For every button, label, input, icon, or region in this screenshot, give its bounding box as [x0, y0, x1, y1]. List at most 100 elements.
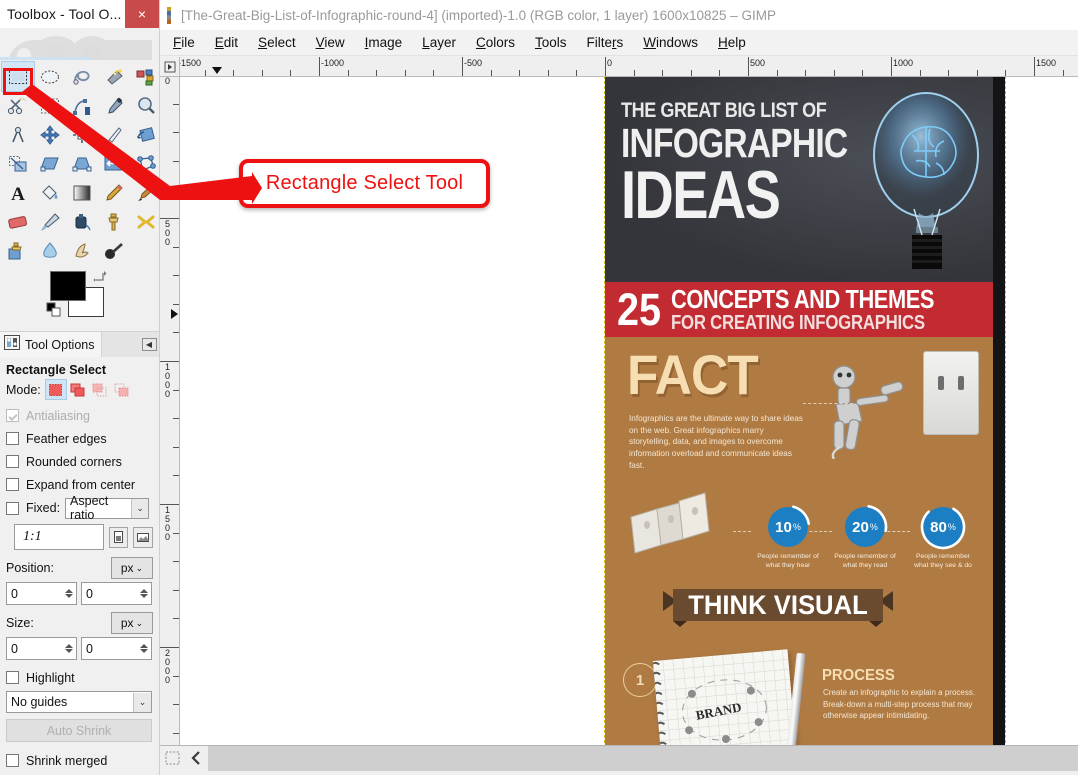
size-unit-select[interactable]: px ⌄ [111, 612, 153, 634]
ruler-corner-menu[interactable] [160, 57, 180, 77]
vertical-ruler[interactable]: 05001000150020002500 [160, 77, 180, 745]
size-height-stepper[interactable] [137, 639, 150, 658]
tool-airbrush[interactable] [34, 207, 66, 236]
ruler-label: 500 [750, 59, 765, 68]
menu-layer[interactable]: Layer [422, 35, 456, 50]
ruler-minor-tick [173, 247, 179, 248]
position-x-stepper[interactable] [62, 584, 75, 603]
fixed-checkbox[interactable] [6, 502, 19, 515]
ruler-minor-tick [290, 70, 291, 76]
tool-alignment[interactable] [66, 120, 98, 149]
tool-clone[interactable] [98, 207, 130, 236]
tool-paintbrush[interactable] [130, 178, 162, 207]
tool-flip[interactable] [98, 149, 130, 178]
tool-shear[interactable] [34, 149, 66, 178]
foreground-color-swatch[interactable] [50, 271, 86, 301]
checkbox-feather-edges[interactable]: Feather edges [6, 427, 153, 450]
size-width-input[interactable]: 0 [6, 637, 77, 660]
checkbox-shrink-merged[interactable]: Shrink merged [6, 749, 153, 772]
checkbox-rounded-corners[interactable]: Rounded corners [6, 450, 153, 473]
fixed-mode-select[interactable]: Aspect ratio ⌄ [65, 498, 149, 519]
mode-subtract-button[interactable] [90, 380, 110, 399]
landscape-orientation-button[interactable] [133, 527, 153, 548]
tool-smudge[interactable] [66, 236, 98, 265]
tool-text[interactable]: A [2, 178, 34, 207]
tool-dodge-burn[interactable] [98, 236, 130, 265]
menu-filters[interactable]: Filters [586, 35, 623, 50]
tool-zoom[interactable] [130, 91, 162, 120]
size-height-value: 0 [82, 642, 93, 656]
tool-blend-gradient[interactable] [66, 178, 98, 207]
horizontal-ruler[interactable]: -1500-1000-500050010001500 [180, 57, 1078, 77]
size-height-input[interactable]: 0 [81, 637, 152, 660]
tool-ellipse-select[interactable] [34, 62, 66, 91]
tool-scissors-select[interactable] [2, 91, 34, 120]
tool-bucket-fill[interactable] [34, 178, 66, 207]
tool-color-picker[interactable] [98, 91, 130, 120]
active-tool-icon[interactable] [165, 751, 180, 770]
tool-eraser[interactable] [2, 207, 34, 236]
tool-ink[interactable] [66, 207, 98, 236]
tool-pencil[interactable] [98, 178, 130, 207]
ruler-minor-tick [262, 70, 263, 76]
feather-edges-checkbox[interactable] [6, 432, 19, 445]
tool-perspective[interactable] [66, 149, 98, 178]
dock-menu-button[interactable]: ◀ [139, 332, 159, 357]
size-unit-value: px [121, 616, 134, 630]
menu-help[interactable]: Help [718, 35, 746, 50]
chevron-down-icon: ⌄ [131, 499, 148, 518]
tool-heal[interactable] [130, 207, 162, 236]
menu-colors[interactable]: Colors [476, 35, 515, 50]
tool-move[interactable] [34, 120, 66, 149]
antialiasing-checkbox[interactable] [6, 409, 19, 422]
ruler-minor-tick [805, 70, 806, 76]
guides-select[interactable]: No guides ⌄ [6, 691, 152, 713]
expand-from-center-checkbox[interactable] [6, 478, 19, 491]
image-canvas[interactable]: THE GREAT BIG LIST OF INFOGRAPHIC IDEAS [605, 77, 1005, 745]
mode-add-button[interactable] [68, 380, 88, 399]
mode-replace-button[interactable] [46, 380, 66, 399]
tool-foreground-select[interactable] [34, 91, 66, 120]
menu-select[interactable]: Select [258, 35, 296, 50]
aspect-ratio-input[interactable]: 1:1 [14, 524, 104, 550]
checkbox-highlight[interactable]: Highlight [6, 666, 153, 689]
tool-scale[interactable] [2, 149, 34, 178]
tool-fuzzy-select[interactable] [98, 62, 130, 91]
size-width-stepper[interactable] [62, 639, 75, 658]
mode-intersect-button[interactable] [112, 380, 132, 399]
menu-edit[interactable]: Edit [215, 35, 238, 50]
tool-select-by-color[interactable] [130, 62, 162, 91]
checkbox-antialiasing[interactable]: Antialiasing [6, 404, 153, 427]
tool-perspective-clone[interactable] [2, 236, 34, 265]
tool-cage-transform[interactable] [130, 149, 162, 178]
tool-blur-sharpen[interactable] [34, 236, 66, 265]
portrait-orientation-button[interactable] [109, 527, 129, 548]
checkbox-expand-from-center[interactable]: Expand from center [6, 473, 153, 496]
position-unit-select[interactable]: px ⌄ [111, 557, 153, 579]
auto-shrink-button[interactable]: Auto Shrink [6, 719, 152, 742]
position-y-input[interactable]: 0 [81, 582, 152, 605]
menu-tools[interactable]: Tools [535, 35, 567, 50]
highlight-checkbox[interactable] [6, 671, 19, 684]
shrink-merged-checkbox[interactable] [6, 754, 19, 767]
tool-measure[interactable] [2, 120, 34, 149]
ruler-minor-tick [376, 70, 377, 76]
rounded-corners-checkbox[interactable] [6, 455, 19, 468]
close-icon[interactable]: × [125, 0, 159, 28]
tool-free-select[interactable] [66, 62, 98, 91]
tool-rotate[interactable] [130, 120, 162, 149]
tab-tool-options[interactable]: Tool Options [0, 332, 102, 357]
menu-windows[interactable]: Windows [643, 35, 698, 50]
tool-crop[interactable] [98, 120, 130, 149]
menu-view[interactable]: View [316, 35, 345, 50]
ruler-minor-tick [948, 70, 949, 76]
position-y-stepper[interactable] [137, 584, 150, 603]
menu-image[interactable]: Image [365, 35, 403, 50]
tool-paths[interactable] [66, 91, 98, 120]
menu-file[interactable]: File [173, 35, 195, 50]
position-x-input[interactable]: 0 [6, 582, 77, 605]
default-colors-icon[interactable] [46, 302, 62, 323]
swap-colors-icon[interactable] [92, 269, 108, 290]
navigation-back-icon[interactable] [189, 750, 203, 771]
main-titlebar: [The-Great-Big-List-of-Infographic-round… [160, 0, 1078, 30]
